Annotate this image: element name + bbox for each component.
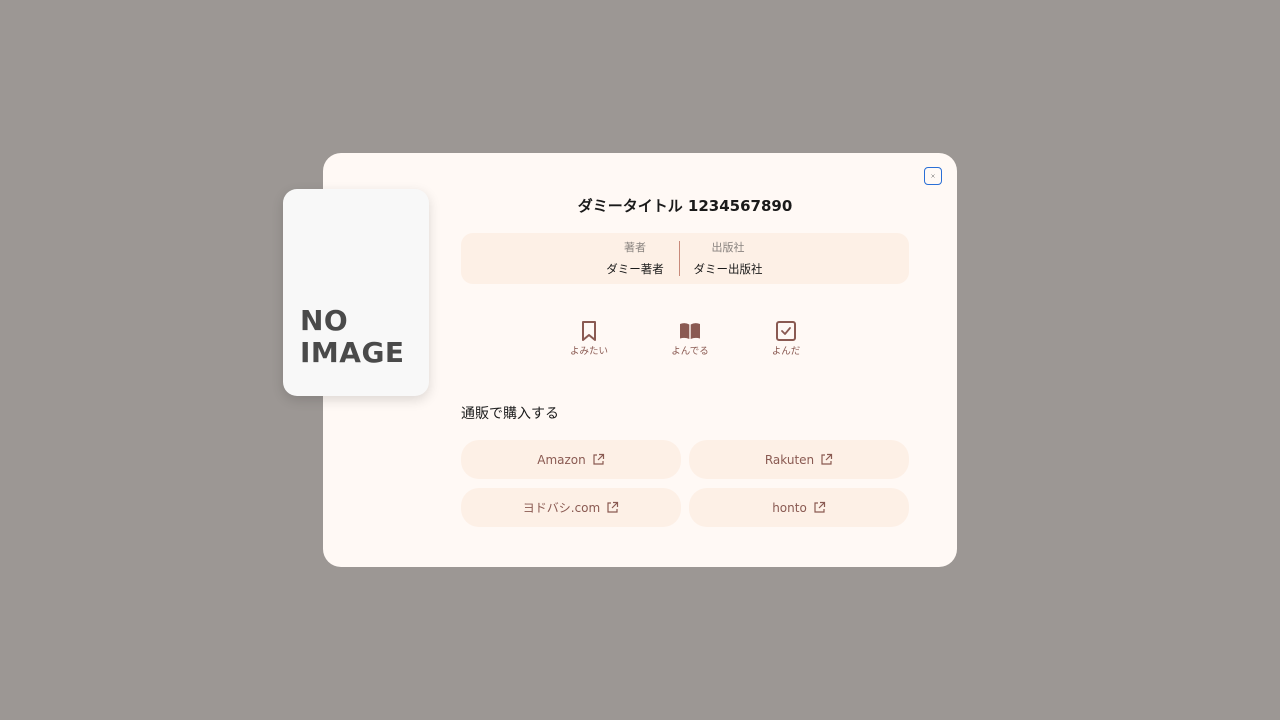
rakuten-link[interactable]: Rakuten [689,440,909,479]
yodobashi-link-label: ヨドバシ.com [522,501,601,515]
honto-link-label: honto [772,500,807,515]
yodobashi-link[interactable]: ヨドバシ.com [461,488,681,527]
external-link-icon [814,501,825,513]
amazon-link-label: Amazon [537,452,586,467]
external-link-icon [821,453,833,465]
finished-label: よんだ [771,346,801,357]
external-link-icon [593,453,604,465]
amazon-link[interactable]: Amazon [461,440,681,479]
publisher-block: 出版社 ダミー出版社 [688,241,768,277]
close-icon [931,174,935,178]
book-cover: NO IMAGE [283,189,429,396]
book-meta: 著者 ダミー著者 出版社 ダミー出版社 [461,233,909,284]
publisher-label: 出版社 [711,241,745,254]
honto-link[interactable]: honto [689,488,909,527]
open-book-icon [680,323,700,339]
reading-label: よんでる [671,346,709,357]
bookmark-icon [582,321,596,341]
author-value: ダミー著者 [606,262,664,276]
meta-divider [679,241,680,276]
rakuten-link-label: Rakuten [764,452,815,467]
book-title: ダミータイトル 1234567890 [577,197,793,215]
want-to-read-button[interactable]: よみたい [559,320,619,358]
checkbox-icon [776,321,796,341]
author-label: 著者 [624,241,646,254]
reading-button[interactable]: よんでる [660,320,720,358]
finished-button[interactable]: よんだ [756,320,816,358]
author-block: 著者 ダミー著者 [601,241,669,277]
external-link-icon [607,501,619,513]
want-to-read-label: よみたい [569,346,608,357]
no-image-placeholder: NO IMAGE [300,304,405,369]
publisher-value: ダミー出版社 [693,262,763,276]
shop-heading: 通販で購入する [461,406,559,422]
close-button[interactable] [924,167,942,185]
